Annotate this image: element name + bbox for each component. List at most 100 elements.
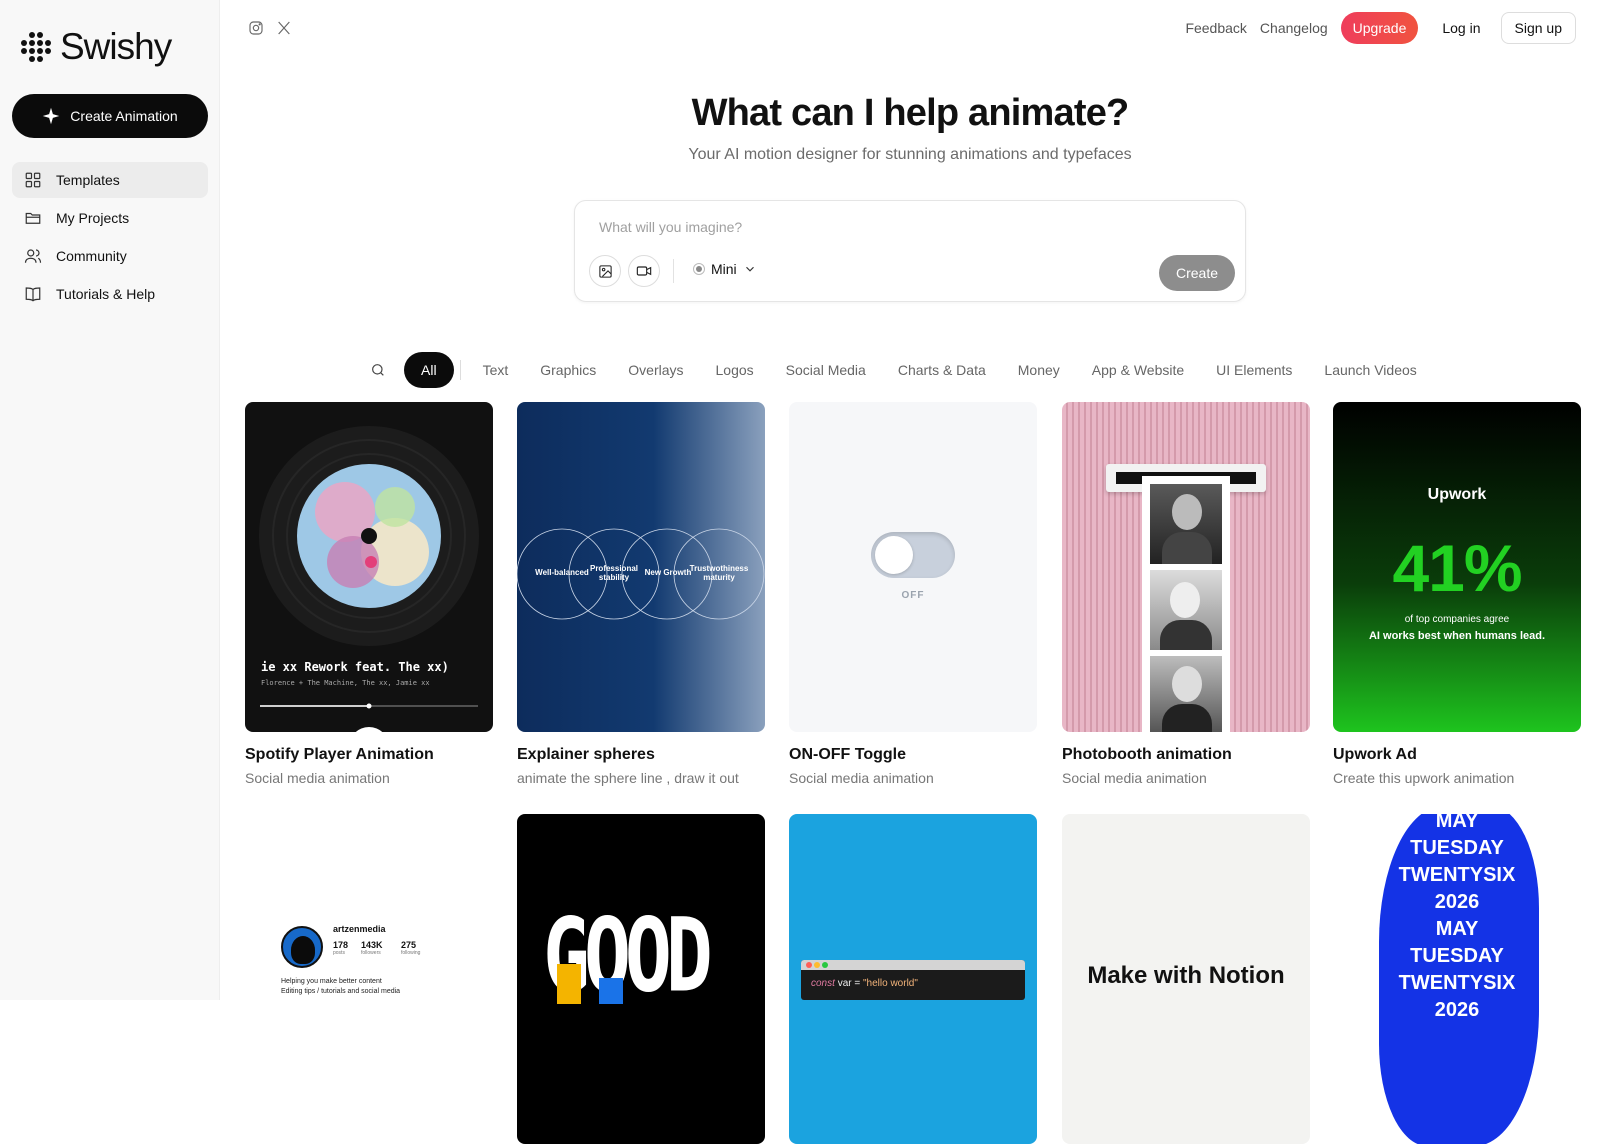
topbar: Feedback Changelog Upgrade Log in Sign u…	[1185, 12, 1576, 44]
template-card-profile[interactable]: artzenmedia 178 posts 143K followers 275…	[245, 814, 493, 1144]
filter-chip-app-website[interactable]: App & Website	[1076, 352, 1200, 388]
card-thumbnail: OFF	[789, 402, 1037, 732]
prompt-create-button[interactable]: Create	[1159, 255, 1235, 291]
instagram-icon[interactable]	[248, 20, 264, 36]
template-card-explainer-spheres[interactable]: Well-balanced Professional stability New…	[517, 402, 765, 786]
card-title: ON-OFF Toggle	[789, 746, 907, 763]
changelog-link[interactable]: Changelog	[1260, 20, 1328, 36]
profile-bio-2: Editing tips / tutorials and social medi…	[281, 988, 401, 995]
card-title: Upwork Ad	[1333, 746, 1417, 763]
hero-title: What can I help animate?	[691, 92, 1130, 134]
card-title: Spotify Player Animation	[245, 746, 434, 763]
sidebar-item-label: Templates	[56, 172, 120, 188]
search-icon	[372, 364, 384, 376]
logo-dots-icon	[20, 31, 52, 63]
sidebar-item-community[interactable]: Community	[12, 238, 208, 274]
signup-button[interactable]: Sign up	[1500, 12, 1576, 44]
following-count: 275	[401, 940, 417, 950]
filter-chip-social-media[interactable]: Social Media	[770, 352, 882, 388]
template-card-notion[interactable]: Make with Notion	[1062, 814, 1310, 1144]
filter-chip-text[interactable]: Text	[467, 352, 525, 388]
filter-chip-launch-videos[interactable]: Launch Videos	[1308, 352, 1432, 388]
blue-block	[599, 978, 623, 1004]
card-title: Photobooth animation	[1062, 746, 1232, 763]
model-label: Mini	[711, 261, 737, 277]
feedback-link[interactable]: Feedback	[1185, 20, 1246, 36]
filter-chip-ui-elements[interactable]: UI Elements	[1200, 352, 1308, 388]
template-card-toggle[interactable]: OFF ON-OFF Toggle Social media animation	[789, 402, 1037, 786]
sidebar-item-tutorials[interactable]: Tutorials & Help	[12, 276, 208, 312]
posts-label: posts	[333, 950, 345, 956]
upgrade-button[interactable]: Upgrade	[1340, 12, 1419, 44]
folder-icon	[25, 212, 41, 224]
card-thumbnail: MAY TUESDAY TWENTYSIX 2026 MAY TUESDAY T…	[1333, 814, 1581, 1144]
upwork-brand: Upwork	[1427, 486, 1487, 503]
video-icon	[636, 266, 652, 276]
hero-subtitle: Your AI motion designer for stunning ani…	[688, 146, 1132, 163]
photo-frame	[1150, 570, 1222, 650]
filter-chip-charts-data[interactable]: Charts & Data	[882, 352, 1002, 388]
template-card-spotify[interactable]: ie xx Rework feat. The xx) Florence + Th…	[245, 402, 493, 786]
filter-search-button[interactable]	[360, 352, 396, 388]
template-card-photobooth[interactable]: Photobooth animation Social media animat…	[1062, 402, 1310, 786]
template-card-good[interactable]: GOOD	[517, 814, 765, 1144]
card-subtitle: Create this upwork animation	[1333, 770, 1515, 786]
card-subtitle: Social media animation	[789, 770, 934, 786]
grid-icon	[25, 172, 41, 188]
filter-chip-all[interactable]: All	[404, 352, 454, 388]
card-thumbnail: Upwork 41% of top companies agree AI wor…	[1333, 402, 1581, 732]
card-thumbnail: Make with Notion	[1062, 814, 1310, 1144]
x-twitter-icon[interactable]	[276, 20, 292, 36]
attach-image-button[interactable]	[589, 255, 621, 287]
sidebar-item-label: Community	[56, 248, 127, 264]
create-animation-button[interactable]: Create Animation	[12, 94, 208, 138]
sphere-label: Professional stability	[589, 564, 638, 582]
social-links	[248, 20, 292, 36]
upwork-line-1: of top companies agree	[1404, 614, 1510, 625]
photo-frame	[1150, 484, 1222, 564]
code-line: const var = "hello world"	[811, 978, 918, 989]
brand-logo[interactable]: Swishy	[20, 26, 172, 68]
card-subtitle: Social media animation	[245, 770, 390, 786]
card-subtitle: Social media animation	[1062, 770, 1207, 786]
chevron-down-icon	[745, 266, 754, 272]
filter-chip-logos[interactable]: Logos	[700, 352, 770, 388]
photo-strip	[1142, 476, 1230, 732]
category-filters: All Text Graphics Overlays Logos Social …	[360, 352, 1433, 388]
model-dot-icon	[693, 263, 705, 275]
filter-chip-graphics[interactable]: Graphics	[524, 352, 612, 388]
photo-frame	[1150, 656, 1222, 732]
template-card-upwork[interactable]: Upwork 41% of top companies agree AI wor…	[1333, 402, 1581, 786]
filter-chip-overlays[interactable]: Overlays	[612, 352, 699, 388]
date-lines: MAY TUESDAY TWENTYSIX 2026 MAY TUESDAY T…	[1398, 814, 1516, 1021]
card-thumbnail: const var = "hello world"	[789, 814, 1037, 1144]
create-animation-label: Create Animation	[70, 108, 178, 124]
sphere-label: Trustwothiness maturity	[689, 564, 749, 582]
followers-label: followers	[361, 950, 381, 956]
image-icon	[598, 264, 612, 278]
track-title: ie xx Rework feat. The xx)	[261, 660, 449, 674]
template-card-date[interactable]: MAY TUESDAY TWENTYSIX 2026 MAY TUESDAY T…	[1333, 814, 1581, 1144]
card-thumbnail: Well-balanced Professional stability New…	[517, 402, 765, 732]
prompt-input[interactable]: What will you imagine?	[599, 219, 742, 235]
code-window: const var = "hello world"	[801, 960, 1025, 1000]
sidebar-item-my-projects[interactable]: My Projects	[12, 200, 208, 236]
posts-count: 178	[333, 940, 349, 950]
sidebar: Swishy Create Animation Templates My Pro…	[0, 0, 220, 1000]
book-icon	[25, 287, 41, 302]
sidebar-item-label: Tutorials & Help	[56, 286, 156, 302]
main-area: Feedback Changelog Upgrade Log in Sign u…	[220, 0, 1600, 1144]
filter-chip-money[interactable]: Money	[1002, 352, 1076, 388]
card-thumbnail: GOOD	[517, 814, 765, 1144]
login-button[interactable]: Log in	[1430, 12, 1492, 44]
model-selector[interactable]: Mini	[693, 261, 757, 277]
card-title: Explainer spheres	[517, 746, 655, 763]
track-artists: Florence + The Machine, The xx, Jamie xx	[261, 679, 430, 687]
card-subtitle: animate the sphere line , draw it out	[517, 770, 739, 786]
template-card-hello-world[interactable]: const var = "hello world"	[789, 814, 1037, 1144]
prompt-box: What will you imagine? Mini Create	[574, 200, 1246, 302]
upwork-line-2: AI works best when humans lead.	[1368, 630, 1546, 642]
attach-video-button[interactable]	[628, 255, 660, 287]
sidebar-item-templates[interactable]: Templates	[12, 162, 208, 198]
sparkle-icon	[43, 107, 60, 125]
